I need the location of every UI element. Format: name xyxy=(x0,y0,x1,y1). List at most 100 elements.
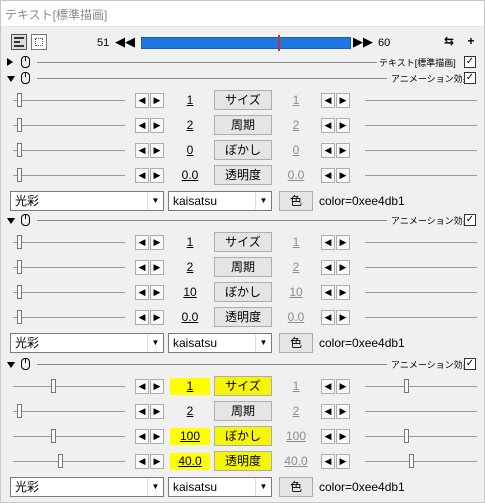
left-slider[interactable] xyxy=(13,93,125,107)
enable-checkbox[interactable]: ✓ xyxy=(464,56,476,68)
slider-thumb[interactable] xyxy=(17,93,22,107)
start-value[interactable]: 1 xyxy=(170,92,210,109)
collapse-icon[interactable] xyxy=(7,362,15,368)
start-value[interactable]: 1 xyxy=(170,234,210,251)
left-increment-button[interactable]: ▶ xyxy=(150,454,164,469)
right-increment-button[interactable]: ▶ xyxy=(336,285,350,300)
left-slider[interactable] xyxy=(13,429,125,443)
left-decrement-button[interactable]: ◀ xyxy=(135,379,149,394)
right-slider[interactable] xyxy=(17,235,477,249)
left-slider[interactable] xyxy=(13,235,125,249)
left-decrement-button[interactable]: ◀ xyxy=(135,310,149,325)
left-decrement-button[interactable]: ◀ xyxy=(135,143,149,158)
left-slider[interactable] xyxy=(13,260,125,274)
end-value[interactable]: 0.0 xyxy=(276,167,316,184)
left-increment-button[interactable]: ▶ xyxy=(150,118,164,133)
left-slider[interactable] xyxy=(13,118,125,132)
left-decrement-button[interactable]: ◀ xyxy=(135,235,149,250)
left-increment-button[interactable]: ▶ xyxy=(150,429,164,444)
slider-thumb[interactable] xyxy=(17,285,22,299)
right-increment-button[interactable]: ▶ xyxy=(336,429,350,444)
param-button[interactable]: ぼかし xyxy=(214,282,272,302)
start-value[interactable]: 10 xyxy=(170,284,210,301)
right-decrement-button[interactable]: ◀ xyxy=(321,118,335,133)
param-button[interactable]: 周期 xyxy=(214,115,272,135)
frame-select-icon[interactable] xyxy=(31,34,47,50)
right-decrement-button[interactable]: ◀ xyxy=(321,454,335,469)
right-increment-button[interactable]: ▶ xyxy=(336,143,350,158)
param-button[interactable]: 周期 xyxy=(214,257,272,277)
right-increment-button[interactable]: ▶ xyxy=(336,235,350,250)
left-decrement-button[interactable]: ◀ xyxy=(135,454,149,469)
left-increment-button[interactable]: ▶ xyxy=(150,379,164,394)
slider-thumb[interactable] xyxy=(17,235,22,249)
slider-thumb[interactable] xyxy=(409,454,414,468)
right-decrement-button[interactable]: ◀ xyxy=(321,93,335,108)
left-increment-button[interactable]: ▶ xyxy=(150,143,164,158)
slider-thumb[interactable] xyxy=(17,260,22,274)
left-increment-button[interactable]: ▶ xyxy=(150,260,164,275)
right-decrement-button[interactable]: ◀ xyxy=(321,285,335,300)
slider-thumb[interactable] xyxy=(17,143,22,157)
slider-thumb[interactable] xyxy=(51,379,56,393)
right-slider[interactable] xyxy=(17,310,477,324)
left-slider[interactable] xyxy=(13,454,125,468)
start-value[interactable]: 40.0 xyxy=(170,453,210,470)
start-value[interactable]: 2 xyxy=(170,259,210,276)
end-value[interactable]: 2 xyxy=(276,403,316,420)
right-increment-button[interactable]: ▶ xyxy=(336,310,350,325)
color-button[interactable]: 色 xyxy=(279,333,313,353)
left-decrement-button[interactable]: ◀ xyxy=(135,260,149,275)
left-increment-button[interactable]: ▶ xyxy=(150,168,164,183)
start-value[interactable]: 1 xyxy=(170,378,210,395)
collapse-icon[interactable] xyxy=(7,76,15,82)
add-filter-icon[interactable]: + xyxy=(463,33,479,49)
swap-icon[interactable]: ⇆ xyxy=(441,33,457,49)
effect-type-select[interactable]: 光彩 ▼ xyxy=(10,333,164,353)
left-slider[interactable] xyxy=(13,143,125,157)
right-slider[interactable] xyxy=(17,260,477,274)
end-value[interactable]: 2 xyxy=(276,117,316,134)
prev-keyframe-button[interactable]: ◀◀ xyxy=(115,33,135,51)
right-decrement-button[interactable]: ◀ xyxy=(321,260,335,275)
left-slider[interactable] xyxy=(13,168,125,182)
collapse-icon[interactable] xyxy=(7,218,15,224)
left-decrement-button[interactable]: ◀ xyxy=(135,118,149,133)
slider-thumb[interactable] xyxy=(404,429,409,443)
end-value[interactable]: 10 xyxy=(276,284,316,301)
effect-type-select[interactable]: 光彩 ▼ xyxy=(10,477,164,497)
slider-thumb[interactable] xyxy=(17,118,22,132)
param-button[interactable]: 透明度 xyxy=(214,165,272,185)
right-increment-button[interactable]: ▶ xyxy=(336,168,350,183)
left-increment-button[interactable]: ▶ xyxy=(150,93,164,108)
right-decrement-button[interactable]: ◀ xyxy=(321,310,335,325)
start-value[interactable]: 0.0 xyxy=(170,167,210,184)
end-value[interactable]: 100 xyxy=(276,428,316,445)
start-value[interactable]: 2 xyxy=(170,403,210,420)
color-button[interactable]: 色 xyxy=(279,477,313,497)
param-button[interactable]: ぼかし xyxy=(214,140,272,160)
current-frame-marker[interactable] xyxy=(278,35,280,51)
right-decrement-button[interactable]: ◀ xyxy=(321,429,335,444)
start-value[interactable]: 2 xyxy=(170,117,210,134)
right-slider[interactable] xyxy=(17,118,477,132)
right-increment-button[interactable]: ▶ xyxy=(336,379,350,394)
left-slider[interactable] xyxy=(13,310,125,324)
layer-icon[interactable] xyxy=(11,34,27,50)
right-slider[interactable] xyxy=(365,379,477,393)
left-increment-button[interactable]: ▶ xyxy=(150,235,164,250)
param-button[interactable]: ぼかし xyxy=(214,426,272,446)
end-value[interactable]: 40.0 xyxy=(276,453,316,470)
left-decrement-button[interactable]: ◀ xyxy=(135,168,149,183)
right-increment-button[interactable]: ▶ xyxy=(336,404,350,419)
param-button[interactable]: 透明度 xyxy=(214,451,272,471)
end-value[interactable]: 1 xyxy=(276,234,316,251)
left-decrement-button[interactable]: ◀ xyxy=(135,404,149,419)
left-increment-button[interactable]: ▶ xyxy=(150,285,164,300)
right-slider[interactable] xyxy=(17,285,477,299)
right-increment-button[interactable]: ▶ xyxy=(336,454,350,469)
start-value[interactable]: 0.0 xyxy=(170,309,210,326)
right-slider[interactable] xyxy=(365,454,477,468)
right-decrement-button[interactable]: ◀ xyxy=(321,379,335,394)
slider-thumb[interactable] xyxy=(17,310,22,324)
